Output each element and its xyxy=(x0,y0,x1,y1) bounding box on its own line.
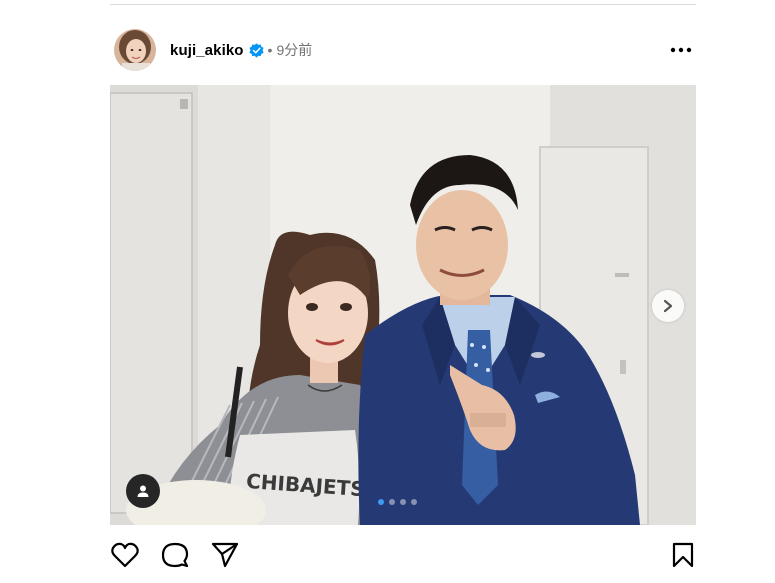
username[interactable]: kuji_akiko xyxy=(170,42,244,59)
carousel-dot xyxy=(389,499,395,505)
carousel-dot xyxy=(378,499,384,505)
post-header: kuji_akiko • 9分前 xyxy=(110,28,696,72)
share-button[interactable] xyxy=(210,540,240,570)
user-tag-icon xyxy=(137,485,149,497)
user-tag-button[interactable] xyxy=(126,474,160,508)
carousel-next-button[interactable] xyxy=(652,290,684,322)
post-photo[interactable]: CHIBAJETS xyxy=(110,85,696,525)
carousel-indicator xyxy=(378,499,417,505)
meta-separator: • xyxy=(267,42,273,58)
comment-button[interactable] xyxy=(160,540,190,570)
avatar[interactable] xyxy=(114,29,156,71)
user-meta: kuji_akiko • 9分前 xyxy=(170,40,312,60)
chevron-right-icon xyxy=(663,299,673,313)
verified-badge-icon xyxy=(248,42,264,58)
comment-icon xyxy=(161,542,189,568)
post-time[interactable]: 9分前 xyxy=(276,40,312,60)
heart-icon xyxy=(111,542,139,568)
carousel-dot xyxy=(400,499,406,505)
bookmark-icon xyxy=(672,542,694,568)
save-button[interactable] xyxy=(668,540,698,570)
top-divider xyxy=(110,4,696,5)
action-bar xyxy=(110,540,696,572)
send-icon xyxy=(211,542,239,568)
more-horizontal-icon xyxy=(670,47,692,53)
like-button[interactable] xyxy=(110,540,140,570)
carousel-dot xyxy=(411,499,417,505)
more-options-button[interactable] xyxy=(668,37,694,63)
